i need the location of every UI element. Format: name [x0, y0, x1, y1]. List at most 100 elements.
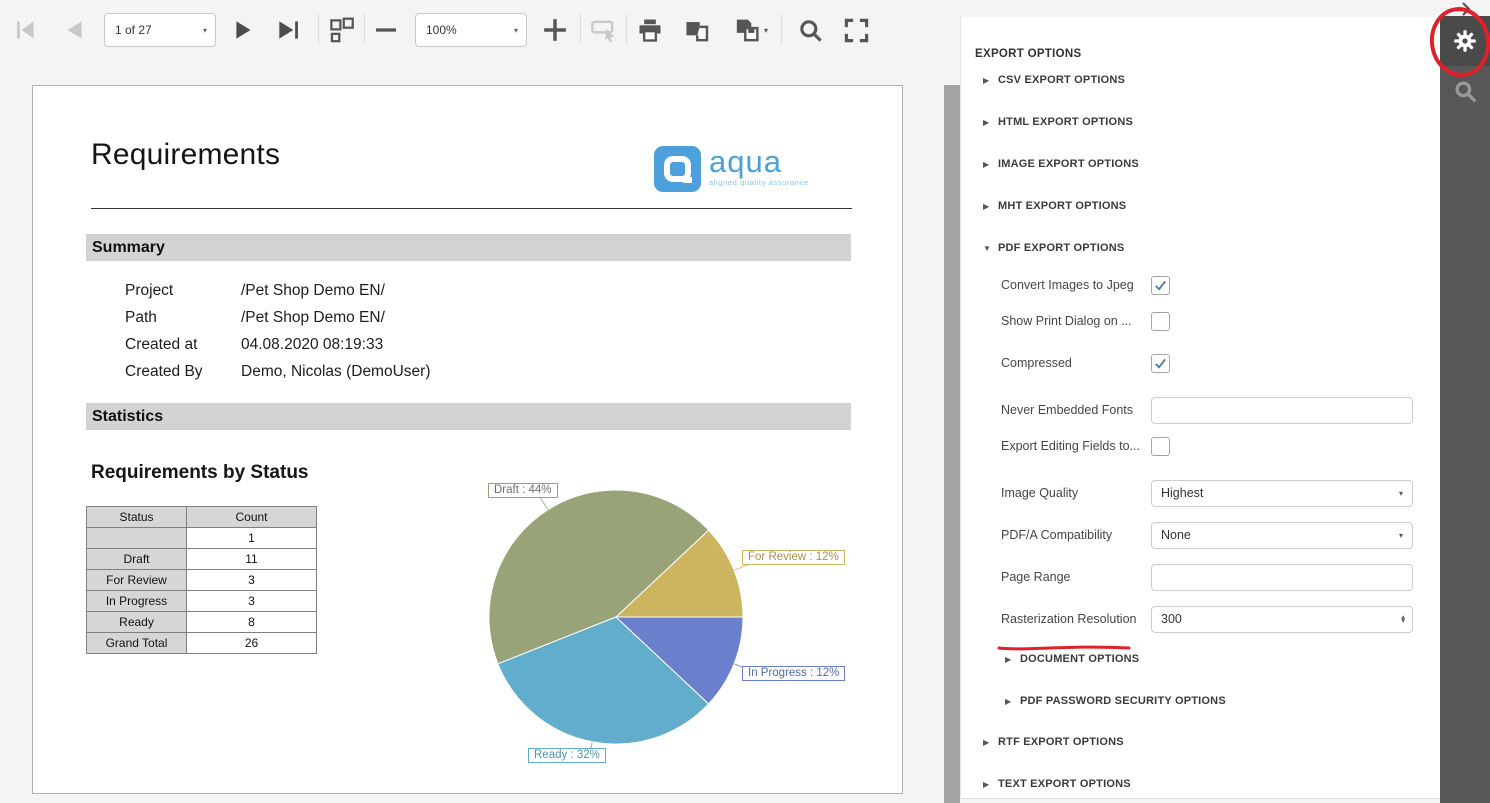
zoom-out-button[interactable]	[370, 13, 402, 47]
rasterization-resolution-spinner[interactable]: 300 ▴▾	[1151, 606, 1413, 633]
status-cell: Grand Total	[87, 633, 187, 654]
section-text-export-options[interactable]: TEXT EXPORT OPTIONS	[983, 778, 1131, 790]
field-label: Rasterization Resolution	[1001, 612, 1151, 626]
highlight-editing-fields-button[interactable]	[587, 13, 621, 47]
last-page-button[interactable]	[272, 13, 306, 47]
zoom-level-dropdown[interactable]: 100% ▾	[415, 13, 527, 47]
pdfa-compatibility-dropdown[interactable]: None ▾	[1151, 522, 1413, 549]
toolbar-separator	[364, 14, 365, 44]
section-html-export-options[interactable]: HTML EXPORT OPTIONS	[983, 116, 1133, 128]
convert-images-checkbox[interactable]	[1151, 276, 1170, 295]
section-label: HTML EXPORT OPTIONS	[998, 116, 1133, 128]
status-cell: Draft	[87, 549, 187, 570]
section-label: MHT EXPORT OPTIONS	[998, 200, 1126, 212]
pie-label-ready: Ready : 32%	[528, 748, 606, 763]
chart-title: Requirements by Status	[91, 462, 309, 484]
summary-value: /Pet Shop Demo EN/	[241, 282, 385, 300]
column-header: Status	[87, 507, 187, 528]
panel-tab-rail	[1440, 16, 1490, 803]
export-options-panel: EXPORT OPTIONS CSV EXPORT OPTIONS HTML E…	[960, 17, 1440, 799]
section-label: CSV EXPORT OPTIONS	[998, 74, 1125, 86]
image-quality-dropdown[interactable]: Highest ▾	[1151, 480, 1413, 507]
show-print-dialog-checkbox[interactable]	[1151, 312, 1170, 331]
report-title: Requirements	[91, 138, 280, 172]
aqua-logo: aqua aligned quality assurance	[654, 146, 809, 192]
export-dropdown-button[interactable]: ▾	[728, 13, 772, 47]
summary-value: Demo, Nicolas (DemoUser)	[241, 363, 430, 381]
chevron-right-icon	[1005, 697, 1020, 706]
chevron-down-icon: ▾	[1399, 531, 1403, 540]
section-mht-export-options[interactable]: MHT EXPORT OPTIONS	[983, 200, 1126, 212]
field-show-print-dialog: Show Print Dialog on ...	[1001, 308, 1421, 334]
summary-label: Project	[125, 282, 241, 300]
multipage-view-button[interactable]	[324, 13, 358, 47]
summary-value: /Pet Shop Demo EN/	[241, 309, 385, 327]
field-label: Image Quality	[1001, 486, 1151, 500]
count-cell: 3	[187, 591, 317, 612]
section-label: DOCUMENT OPTIONS	[1020, 653, 1139, 665]
zoom-in-button[interactable]	[539, 13, 571, 47]
field-label: Page Range	[1001, 570, 1151, 584]
column-header: Count	[187, 507, 317, 528]
report-viewer: { "toolbar": { "page_display": "1 of 27"…	[0, 0, 1490, 803]
field-label: Never Embedded Fonts	[1001, 403, 1151, 417]
compressed-checkbox[interactable]	[1151, 354, 1170, 373]
field-export-editing-fields: Export Editing Fields to...	[1001, 433, 1421, 459]
field-label: Convert Images to Jpeg	[1001, 278, 1151, 292]
export-options-tab-button[interactable]	[1440, 16, 1490, 66]
section-pdf-password-security-options[interactable]: PDF PASSWORD SECURITY OPTIONS	[1005, 695, 1226, 707]
fullscreen-button[interactable]	[839, 13, 873, 47]
export-editing-fields-checkbox[interactable]	[1151, 437, 1170, 456]
count-cell: 26	[187, 633, 317, 654]
zoom-level-value: 100%	[426, 23, 457, 37]
rasterization-resolution-value: 300	[1161, 612, 1182, 626]
status-cell	[87, 528, 187, 549]
print-button[interactable]	[633, 13, 667, 47]
statistics-section-header: Statistics	[86, 403, 851, 430]
panel-title: EXPORT OPTIONS	[975, 48, 1081, 60]
status-pie-chart: Draft : 44% For Review : 12% In Progress…	[441, 461, 901, 791]
chevron-right-icon	[1005, 655, 1020, 664]
print-page-button[interactable]	[680, 13, 716, 47]
field-convert-images-to-jpeg: Convert Images to Jpeg	[1001, 272, 1421, 298]
toolbar-separator	[318, 14, 319, 44]
chevron-down-icon: ▾	[1399, 489, 1403, 498]
never-embedded-fonts-input[interactable]	[1151, 397, 1413, 424]
chevron-right-icon	[983, 160, 998, 169]
section-image-export-options[interactable]: IMAGE EXPORT OPTIONS	[983, 158, 1139, 170]
vertical-scrollbar[interactable]	[944, 85, 960, 803]
table-row: In Progress3	[87, 591, 317, 612]
field-compressed: Compressed	[1001, 350, 1421, 376]
spinner-arrows[interactable]: ▴▾	[1401, 615, 1405, 624]
toolbar-separator	[580, 14, 581, 44]
first-page-button[interactable]	[10, 13, 42, 47]
field-rasterization-resolution: Rasterization Resolution 300 ▴▾	[1001, 606, 1421, 632]
pie-label-draft: Draft : 44%	[488, 483, 558, 498]
table-row: Draft11	[87, 549, 317, 570]
aqua-logo-text: aqua	[709, 146, 809, 177]
toolbar-separator	[626, 14, 627, 44]
field-label: Show Print Dialog on ...	[1001, 314, 1151, 328]
section-document-options[interactable]: DOCUMENT OPTIONS	[1005, 653, 1139, 665]
viewer-toolbar: 1 of 27 ▾ 100% ▾ ▾	[0, 0, 944, 60]
next-page-button[interactable]	[228, 13, 260, 47]
spinner-down-icon: ▾	[1401, 619, 1405, 624]
search-tab-button[interactable]	[1440, 66, 1490, 116]
collapse-panel-button[interactable]	[1458, 1, 1478, 17]
previous-page-button[interactable]	[58, 13, 90, 47]
chevron-down-icon: ▾	[203, 26, 207, 35]
summary-row: Path /Pet Shop Demo EN/	[125, 309, 385, 327]
search-button[interactable]	[793, 13, 827, 47]
status-cell: In Progress	[87, 591, 187, 612]
field-never-embedded-fonts: Never Embedded Fonts	[1001, 397, 1421, 423]
page-range-input[interactable]	[1151, 564, 1413, 591]
table-row: 1	[87, 528, 317, 549]
image-quality-value: Highest	[1161, 486, 1203, 500]
section-pdf-export-options[interactable]: PDF EXPORT OPTIONS	[983, 242, 1124, 254]
section-rtf-export-options[interactable]: RTF EXPORT OPTIONS	[983, 736, 1124, 748]
table-row: For Review3	[87, 570, 317, 591]
page-select-dropdown[interactable]: 1 of 27 ▾	[104, 13, 216, 47]
section-csv-export-options[interactable]: CSV EXPORT OPTIONS	[983, 74, 1125, 86]
pdfa-compatibility-value: None	[1161, 528, 1191, 542]
section-label: IMAGE EXPORT OPTIONS	[998, 158, 1139, 170]
